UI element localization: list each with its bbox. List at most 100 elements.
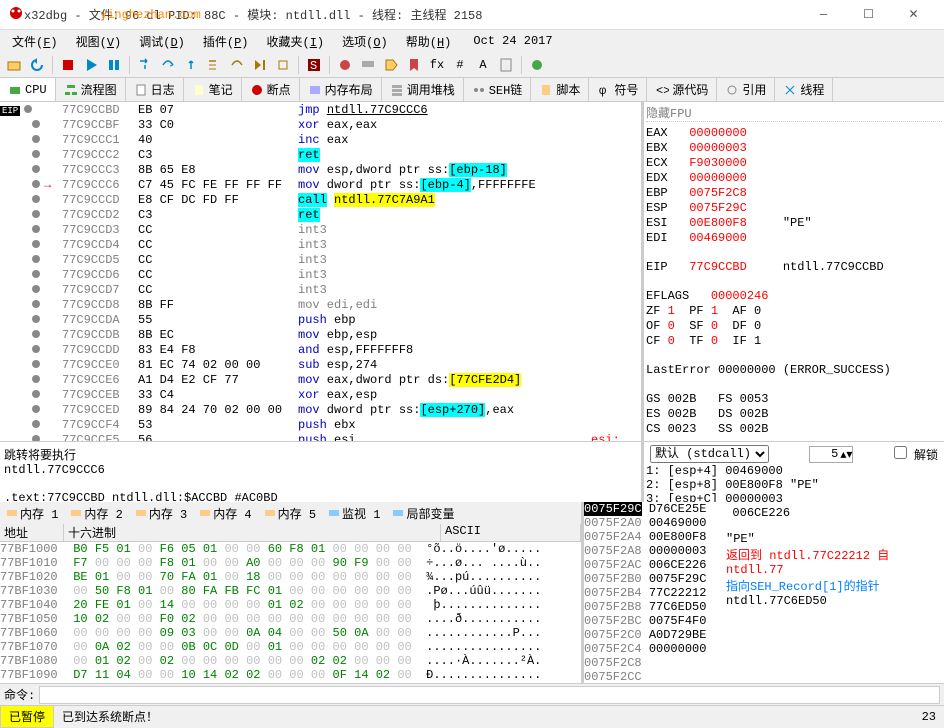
- disasm-row[interactable]: 77C9CCD7CCint3: [0, 282, 641, 297]
- disasm-row[interactable]: 77C9CCDD83 E4 F8and esp,FFFFFFF8: [0, 342, 641, 357]
- tab-graph[interactable]: 流程图: [56, 78, 126, 101]
- dump-row[interactable]: 77BF1020 BE 01 00 00 70 FA 01 00 18 00 0…: [0, 570, 581, 584]
- tab-callstack[interactable]: 调用堆栈: [382, 78, 464, 101]
- trace-into-icon[interactable]: [204, 55, 224, 75]
- disassembly-panel[interactable]: EIP77C9CCBDEB 07jmp ntdll.77C9CCC677C9CC…: [0, 102, 644, 441]
- tab-seh[interactable]: SEH链: [464, 78, 532, 101]
- dump-row[interactable]: 77BF1080 00 01 02 00 02 00 00 00 00 00 0…: [0, 654, 581, 668]
- disasm-row[interactable]: 77C9CCC140inc eax: [0, 132, 641, 147]
- disasm-row[interactable]: 77C9CCD88B FFmov edi,edi: [0, 297, 641, 312]
- stack-row[interactable]: 0075F2B4 77C22212: [584, 586, 724, 600]
- restart-icon[interactable]: [27, 55, 47, 75]
- dump-row[interactable]: 77BF1010 F7 00 00 00 F8 01 00 00 A0 00 0…: [0, 556, 581, 570]
- stack-row[interactable]: 0075F2CC: [584, 670, 724, 683]
- menu-view[interactable]: 视图(V): [68, 31, 130, 52]
- menu-help[interactable]: 帮助(H): [398, 31, 460, 52]
- stack-row[interactable]: 0075F2AC 006CE226: [584, 558, 724, 572]
- stack-row[interactable]: 0075F2C4 00000000: [584, 642, 724, 656]
- dump-tab[interactable]: 内存 4: [193, 502, 257, 524]
- run-till-ret-icon[interactable]: [273, 55, 293, 75]
- dump-row[interactable]: 77BF1000 B0 F5 01 00 F6 05 01 00 00 60 F…: [0, 542, 581, 556]
- tab-log[interactable]: 日志: [126, 78, 184, 101]
- stack-panel[interactable]: 0075F29C D76CE25E0075F2A0 004690000075F2…: [584, 502, 724, 683]
- strings-icon[interactable]: A: [473, 55, 493, 75]
- disasm-row[interactable]: EIP77C9CCBDEB 07jmp ntdll.77C9CCC6: [0, 102, 641, 117]
- stack-row[interactable]: 0075F2B0 0075F29C: [584, 572, 724, 586]
- variables-icon[interactable]: #: [450, 55, 470, 75]
- dump-row[interactable]: 77BF1070 00 0A 02 00 00 0B 0C 0D 00 01 0…: [0, 640, 581, 654]
- menu-file[interactable]: 文件(F): [4, 31, 66, 52]
- menu-plugins[interactable]: 插件(P): [195, 31, 257, 52]
- tab-threads[interactable]: 线程: [775, 78, 833, 101]
- stack-row[interactable]: 0075F2C8: [584, 656, 724, 670]
- open-icon[interactable]: [4, 55, 24, 75]
- stack-row[interactable]: 0075F2BC 0075F4F0: [584, 614, 724, 628]
- maximize-button[interactable]: ☐: [846, 0, 891, 30]
- stack-row[interactable]: 0075F2A8 00000003: [584, 544, 724, 558]
- dump-tab[interactable]: 内存 2: [64, 502, 128, 524]
- disasm-row[interactable]: 77C9CCF556push esiesi:: [0, 432, 641, 441]
- dump-row[interactable]: 77BF1090 D7 11 04 00 00 10 14 02 02 00 0…: [0, 668, 581, 682]
- run-icon[interactable]: [81, 55, 101, 75]
- dump-hdr-addr[interactable]: 地址: [0, 524, 64, 541]
- tab-refs[interactable]: 引用: [717, 78, 775, 101]
- dump-hdr-hex[interactable]: 十六进制: [64, 524, 441, 541]
- disasm-row[interactable]: 77C9CCDB8B ECmov ebp,esp: [0, 327, 641, 342]
- close-button[interactable]: ✕: [891, 0, 936, 30]
- callconv-select[interactable]: 默认 (stdcall): [650, 445, 769, 463]
- comments-icon[interactable]: [358, 55, 378, 75]
- menu-debug[interactable]: 调试(D): [131, 31, 193, 52]
- disasm-row[interactable]: 77C9CCD2C3ret: [0, 207, 641, 222]
- pause-icon[interactable]: [104, 55, 124, 75]
- disasm-row[interactable]: 77C9CCBF33 C0xor eax,eax: [0, 117, 641, 132]
- tab-source[interactable]: <>源代码: [647, 78, 717, 101]
- dump-tab[interactable]: 局部变量: [386, 502, 460, 524]
- stack-row[interactable]: 0075F2C0 A0D729BE: [584, 628, 724, 642]
- stack-row[interactable]: 0075F2A0 00469000: [584, 516, 724, 530]
- run-to-icon[interactable]: [250, 55, 270, 75]
- disasm-row[interactable]: 77C9CCED89 84 24 70 02 00 00mov dword pt…: [0, 402, 641, 417]
- tab-memory[interactable]: 内存布局: [300, 78, 382, 101]
- dump-tab[interactable]: 监视 1: [322, 502, 386, 524]
- dump-panel[interactable]: 内存 1内存 2内存 3内存 4内存 5监视 1局部变量 地址 十六进制 ASC…: [0, 502, 584, 683]
- disasm-row[interactable]: 77C9CCDA55push ebp: [0, 312, 641, 327]
- disasm-row[interactable]: 77C9CCEB33 C4xor eax,esp: [0, 387, 641, 402]
- trace-over-icon[interactable]: [227, 55, 247, 75]
- dump-row[interactable]: 77BF1050 10 02 00 00 F0 02 00 00 00 00 0…: [0, 612, 581, 626]
- dump-hdr-ascii[interactable]: ASCII: [441, 524, 581, 541]
- stack-row[interactable]: 0075F29C D76CE25E: [584, 502, 724, 516]
- patches-icon[interactable]: [335, 55, 355, 75]
- registers-panel[interactable]: 隐藏FPU EAX 00000000 EBX 00000003 ECX F903…: [644, 102, 944, 441]
- menu-options[interactable]: 选项(O): [334, 31, 396, 52]
- tab-symbols[interactable]: φ符号: [589, 78, 647, 101]
- step-out-icon[interactable]: [181, 55, 201, 75]
- dump-row[interactable]: 77BF1040 20 FE 01 00 14 00 00 00 00 01 0…: [0, 598, 581, 612]
- stack-row[interactable]: 0075F2A4 00E800F8: [584, 530, 724, 544]
- disasm-row[interactable]: 77C9CCD4CCint3: [0, 237, 641, 252]
- disasm-row[interactable]: 77C9CCD6CCint3: [0, 267, 641, 282]
- settings-icon[interactable]: [527, 55, 547, 75]
- tab-script[interactable]: 脚本: [531, 78, 589, 101]
- dump-row[interactable]: 77BF1060 00 00 00 00 09 03 00 00 0A 04 0…: [0, 626, 581, 640]
- tab-notes[interactable]: 笔记: [184, 78, 242, 101]
- disasm-row[interactable]: 77C9CCC38B 65 E8mov esp,dword ptr ss:[eb…: [0, 162, 641, 177]
- disasm-row[interactable]: 77C9CCE081 EC 74 02 00 00sub esp,274: [0, 357, 641, 372]
- disasm-row[interactable]: 77C9CCC2C3ret: [0, 147, 641, 162]
- tab-breakpoints[interactable]: 断点: [242, 78, 300, 101]
- disasm-row[interactable]: 77C9CCD3CCint3: [0, 222, 641, 237]
- disasm-row[interactable]: 77C9CCF453push ebx: [0, 417, 641, 432]
- bookmarks-icon[interactable]: [404, 55, 424, 75]
- dump-tab[interactable]: 内存 1: [0, 502, 64, 524]
- disasm-row[interactable]: 77C9CCE6A1 D4 E2 CF 77mov eax,dword ptr …: [0, 372, 641, 387]
- fpu-toggle[interactable]: 隐藏FPU: [646, 104, 942, 122]
- labels-icon[interactable]: [381, 55, 401, 75]
- disasm-row[interactable]: 77C9CCCDE8 CF DC FD FFcall ntdll.77C7A9A…: [0, 192, 641, 207]
- scylla-icon[interactable]: S: [304, 55, 324, 75]
- tab-cpu[interactable]: CPU: [0, 78, 56, 101]
- step-into-icon[interactable]: [135, 55, 155, 75]
- arg-count-spinner[interactable]: ▴▾: [809, 446, 853, 463]
- dump-tab[interactable]: 内存 3: [129, 502, 193, 524]
- disasm-row[interactable]: →77C9CCC6C7 45 FC FE FF FF FFmov dword p…: [0, 177, 641, 192]
- unlock-checkbox[interactable]: 解锁: [894, 446, 938, 463]
- minimize-button[interactable]: ─: [801, 0, 846, 30]
